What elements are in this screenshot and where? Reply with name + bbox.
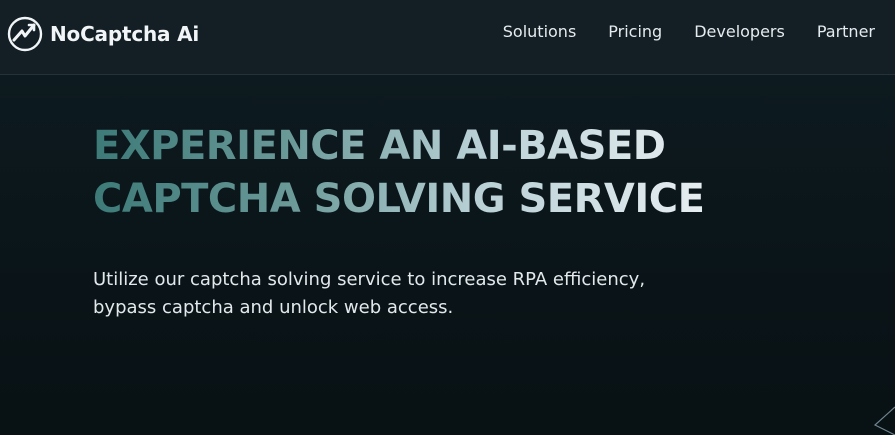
nav-pricing[interactable]: Pricing (608, 22, 662, 41)
site-header: NoCaptcha Ai Solutions Pricing Developer… (0, 0, 895, 75)
hero-headline-line-2: CAPTCHA SOLVING SERVICE (93, 176, 705, 222)
decorative-shape-icon (873, 406, 895, 435)
main-nav: Solutions Pricing Developers Partner (503, 22, 875, 41)
hero-headline: EXPERIENCE AN AI-BASED CAPTCHA SOLVING S… (93, 120, 704, 226)
hero-headline-line-1: EXPERIENCE AN AI-BASED (93, 123, 666, 169)
lightning-circle-icon (7, 16, 43, 52)
hero-subtext-line-2: bypass captcha and unlock web access. (93, 297, 454, 318)
brand-logo-link[interactable]: NoCaptcha Ai (7, 16, 199, 52)
hero-subtext-line-1: Utilize our captcha solving service to i… (93, 269, 646, 290)
brand-name: NoCaptcha Ai (50, 22, 200, 46)
nav-developers[interactable]: Developers (694, 22, 785, 41)
nav-solutions[interactable]: Solutions (503, 22, 577, 41)
hero-subtext: Utilize our captcha solving service to i… (93, 266, 645, 322)
nav-partner[interactable]: Partner (817, 22, 875, 41)
